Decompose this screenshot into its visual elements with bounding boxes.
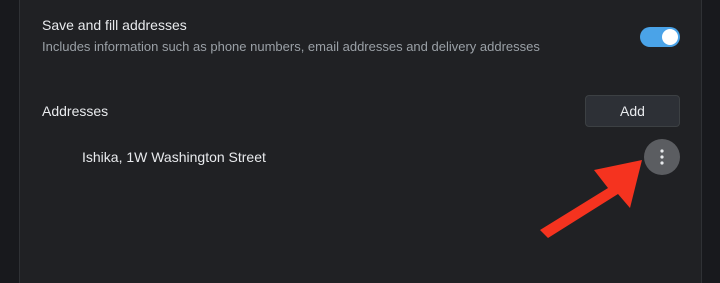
address-entry: Ishika, 1W Washington Street: [82, 149, 266, 165]
section-divider: [20, 71, 701, 72]
addresses-section-title: Addresses: [42, 103, 109, 119]
save-fill-addresses-toggle[interactable]: [640, 27, 680, 47]
red-arrow-annotation: [540, 160, 642, 238]
addresses-settings-panel: Save and fill addresses Includes informa…: [19, 0, 702, 283]
save-fill-addresses-title: Save and fill addresses: [42, 17, 187, 33]
toggle-knob: [662, 29, 678, 45]
save-fill-addresses-description: Includes information such as phone numbe…: [42, 39, 540, 54]
settings-window: Save and fill addresses Includes informa…: [0, 0, 720, 283]
more-vert-icon: [660, 149, 664, 165]
add-address-button[interactable]: Add: [585, 95, 680, 127]
